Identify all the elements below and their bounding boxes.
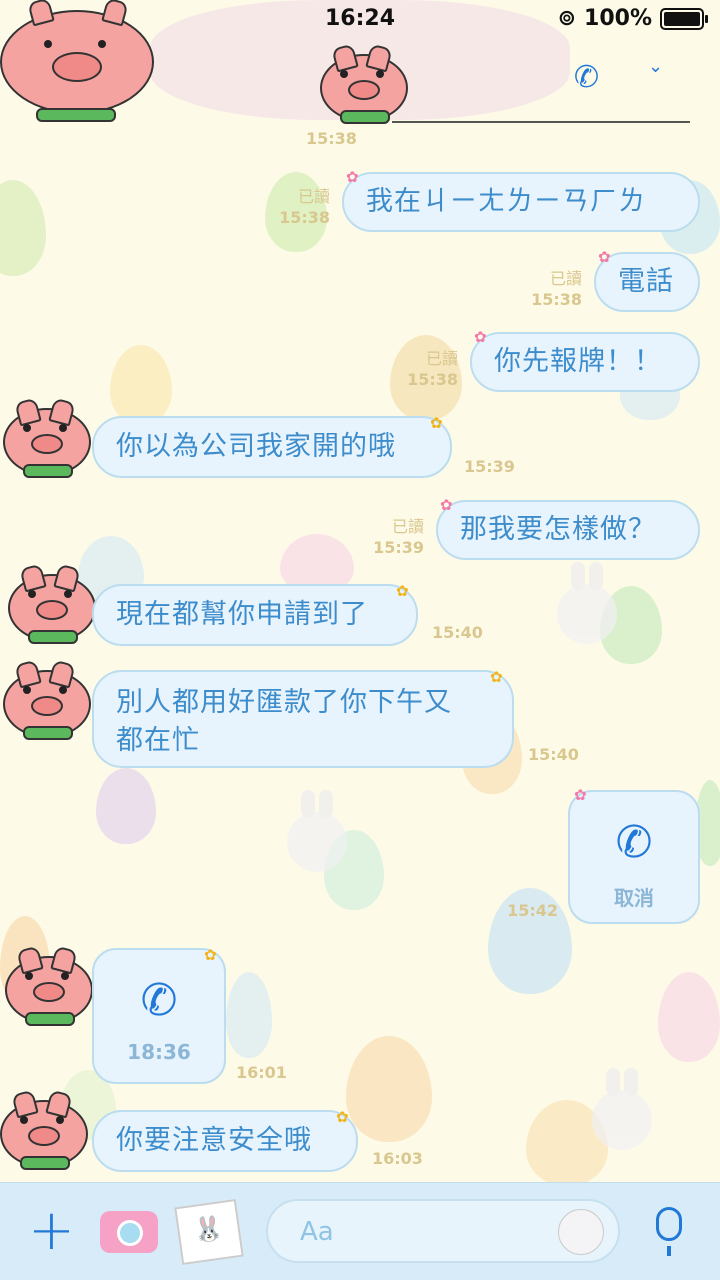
outgoing-message[interactable]: 我在ㄐㄧㄤㄌㄧㄢㄏㄌ (342, 172, 700, 232)
decor-bunny (557, 562, 617, 644)
flower-icon: ✿ (598, 248, 611, 266)
header-divider (392, 121, 690, 123)
incoming-message[interactable]: 現在都幫你申請到了 (92, 584, 418, 646)
contact-avatar[interactable] (320, 43, 408, 124)
flower-icon: ✿ (346, 168, 359, 186)
call-status: 取消 (614, 886, 654, 910)
message-time: 16:01 (236, 1063, 287, 1082)
outgoing-message[interactable]: 那我要怎樣做？ (436, 500, 700, 560)
status-bar: 16:24 ⊚ 100% (0, 0, 720, 38)
message-meta: 已讀 15:38 (270, 186, 330, 228)
flower-icon: ✿ (396, 582, 409, 600)
camera-icon[interactable] (100, 1211, 158, 1253)
message-text-line: 別人都用好匯款了你下午又 (116, 687, 452, 718)
message-text: 你以為公司我家開的哦 (116, 431, 396, 462)
message-text: 電話 (618, 266, 674, 297)
decor-egg (346, 1036, 432, 1142)
contact-avatar[interactable] (5, 945, 93, 1026)
status-right: ⊚ 100% (557, 6, 708, 31)
message-time: 15:40 (528, 745, 579, 764)
battery-percent: 100% (584, 6, 652, 31)
incoming-message[interactable]: 你要注意安全哦 (92, 1110, 358, 1172)
incoming-call-card[interactable]: ✆ 18:36 (92, 948, 226, 1084)
phone-icon[interactable]: ✆ (574, 60, 599, 95)
flower-icon: ✿ (440, 496, 453, 514)
read-receipt: 已讀 (297, 187, 330, 206)
message-time: 16:03 (372, 1149, 423, 1168)
flower-icon: ✿ (574, 786, 587, 804)
decor-egg (96, 768, 156, 844)
message-time: 15:38 (531, 290, 582, 309)
microphone-icon[interactable] (656, 1207, 682, 1256)
message-time: 15:42 (507, 901, 558, 920)
message-text: 現在都幫你申請到了 (116, 599, 368, 630)
flower-icon: ✿ (430, 414, 443, 432)
contact-avatar[interactable] (8, 563, 96, 644)
read-receipt: 已讀 (391, 517, 424, 536)
sticker-icon[interactable] (558, 1209, 604, 1255)
message-input[interactable]: Aa (266, 1199, 620, 1263)
message-time: 15:38 (407, 370, 458, 389)
incoming-message[interactable]: 別人都用好匯款了你下午又 都在忙 (92, 670, 514, 768)
message-time: 15:39 (373, 538, 424, 557)
composer-bar: + Aa (0, 1182, 720, 1280)
decor-egg (110, 345, 172, 425)
message-text-line: 都在忙 (116, 725, 200, 756)
call-duration: 18:36 (127, 1040, 191, 1064)
message-meta: 已讀 15:38 (396, 348, 458, 390)
phone-ringing-icon: ✆ (140, 975, 178, 1026)
plus-icon[interactable]: + (28, 1203, 75, 1259)
decor-bunny (287, 790, 347, 872)
message-time: 15:38 (306, 129, 357, 148)
outgoing-message[interactable]: 你先報牌！！ (470, 332, 700, 392)
input-placeholder: Aa (300, 1217, 334, 1247)
flower-icon: ✿ (204, 946, 217, 964)
read-receipt: 已讀 (549, 269, 582, 288)
message-time: 15:39 (464, 457, 515, 476)
decor-egg (0, 180, 46, 276)
flower-icon: ✿ (336, 1108, 349, 1126)
contact-avatar[interactable] (3, 397, 91, 478)
phone-icon: ✆ (615, 817, 653, 868)
flower-icon: ✿ (474, 328, 487, 346)
message-text: 你要注意安全哦 (116, 1125, 312, 1156)
flower-icon: ✿ (490, 668, 503, 686)
message-text: 你先報牌！！ (494, 346, 662, 377)
message-text: 我在ㄐㄧㄤㄌㄧㄢㄏㄌ (366, 186, 646, 217)
incoming-message[interactable]: 你以為公司我家開的哦 (92, 416, 452, 478)
rotation-lock-icon: ⊚ (557, 6, 577, 31)
contact-avatar[interactable] (3, 659, 91, 740)
contact-avatar[interactable] (0, 1089, 88, 1170)
photo-icon[interactable] (174, 1198, 244, 1266)
decor-bunny (592, 1068, 652, 1150)
message-text: 那我要怎樣做？ (460, 514, 656, 545)
battery-icon (660, 7, 708, 30)
message-meta: 已讀 15:39 (362, 516, 424, 558)
message-meta: 已讀 15:38 (520, 268, 582, 310)
message-time: 15:38 (279, 208, 330, 227)
outgoing-call-card[interactable]: ✆ 取消 (568, 790, 700, 924)
decor-egg (226, 972, 272, 1058)
chevron-down-icon[interactable]: ⌄ (648, 56, 663, 77)
decor-egg (658, 972, 720, 1062)
message-time: 15:40 (432, 623, 483, 642)
read-receipt: 已讀 (425, 349, 458, 368)
